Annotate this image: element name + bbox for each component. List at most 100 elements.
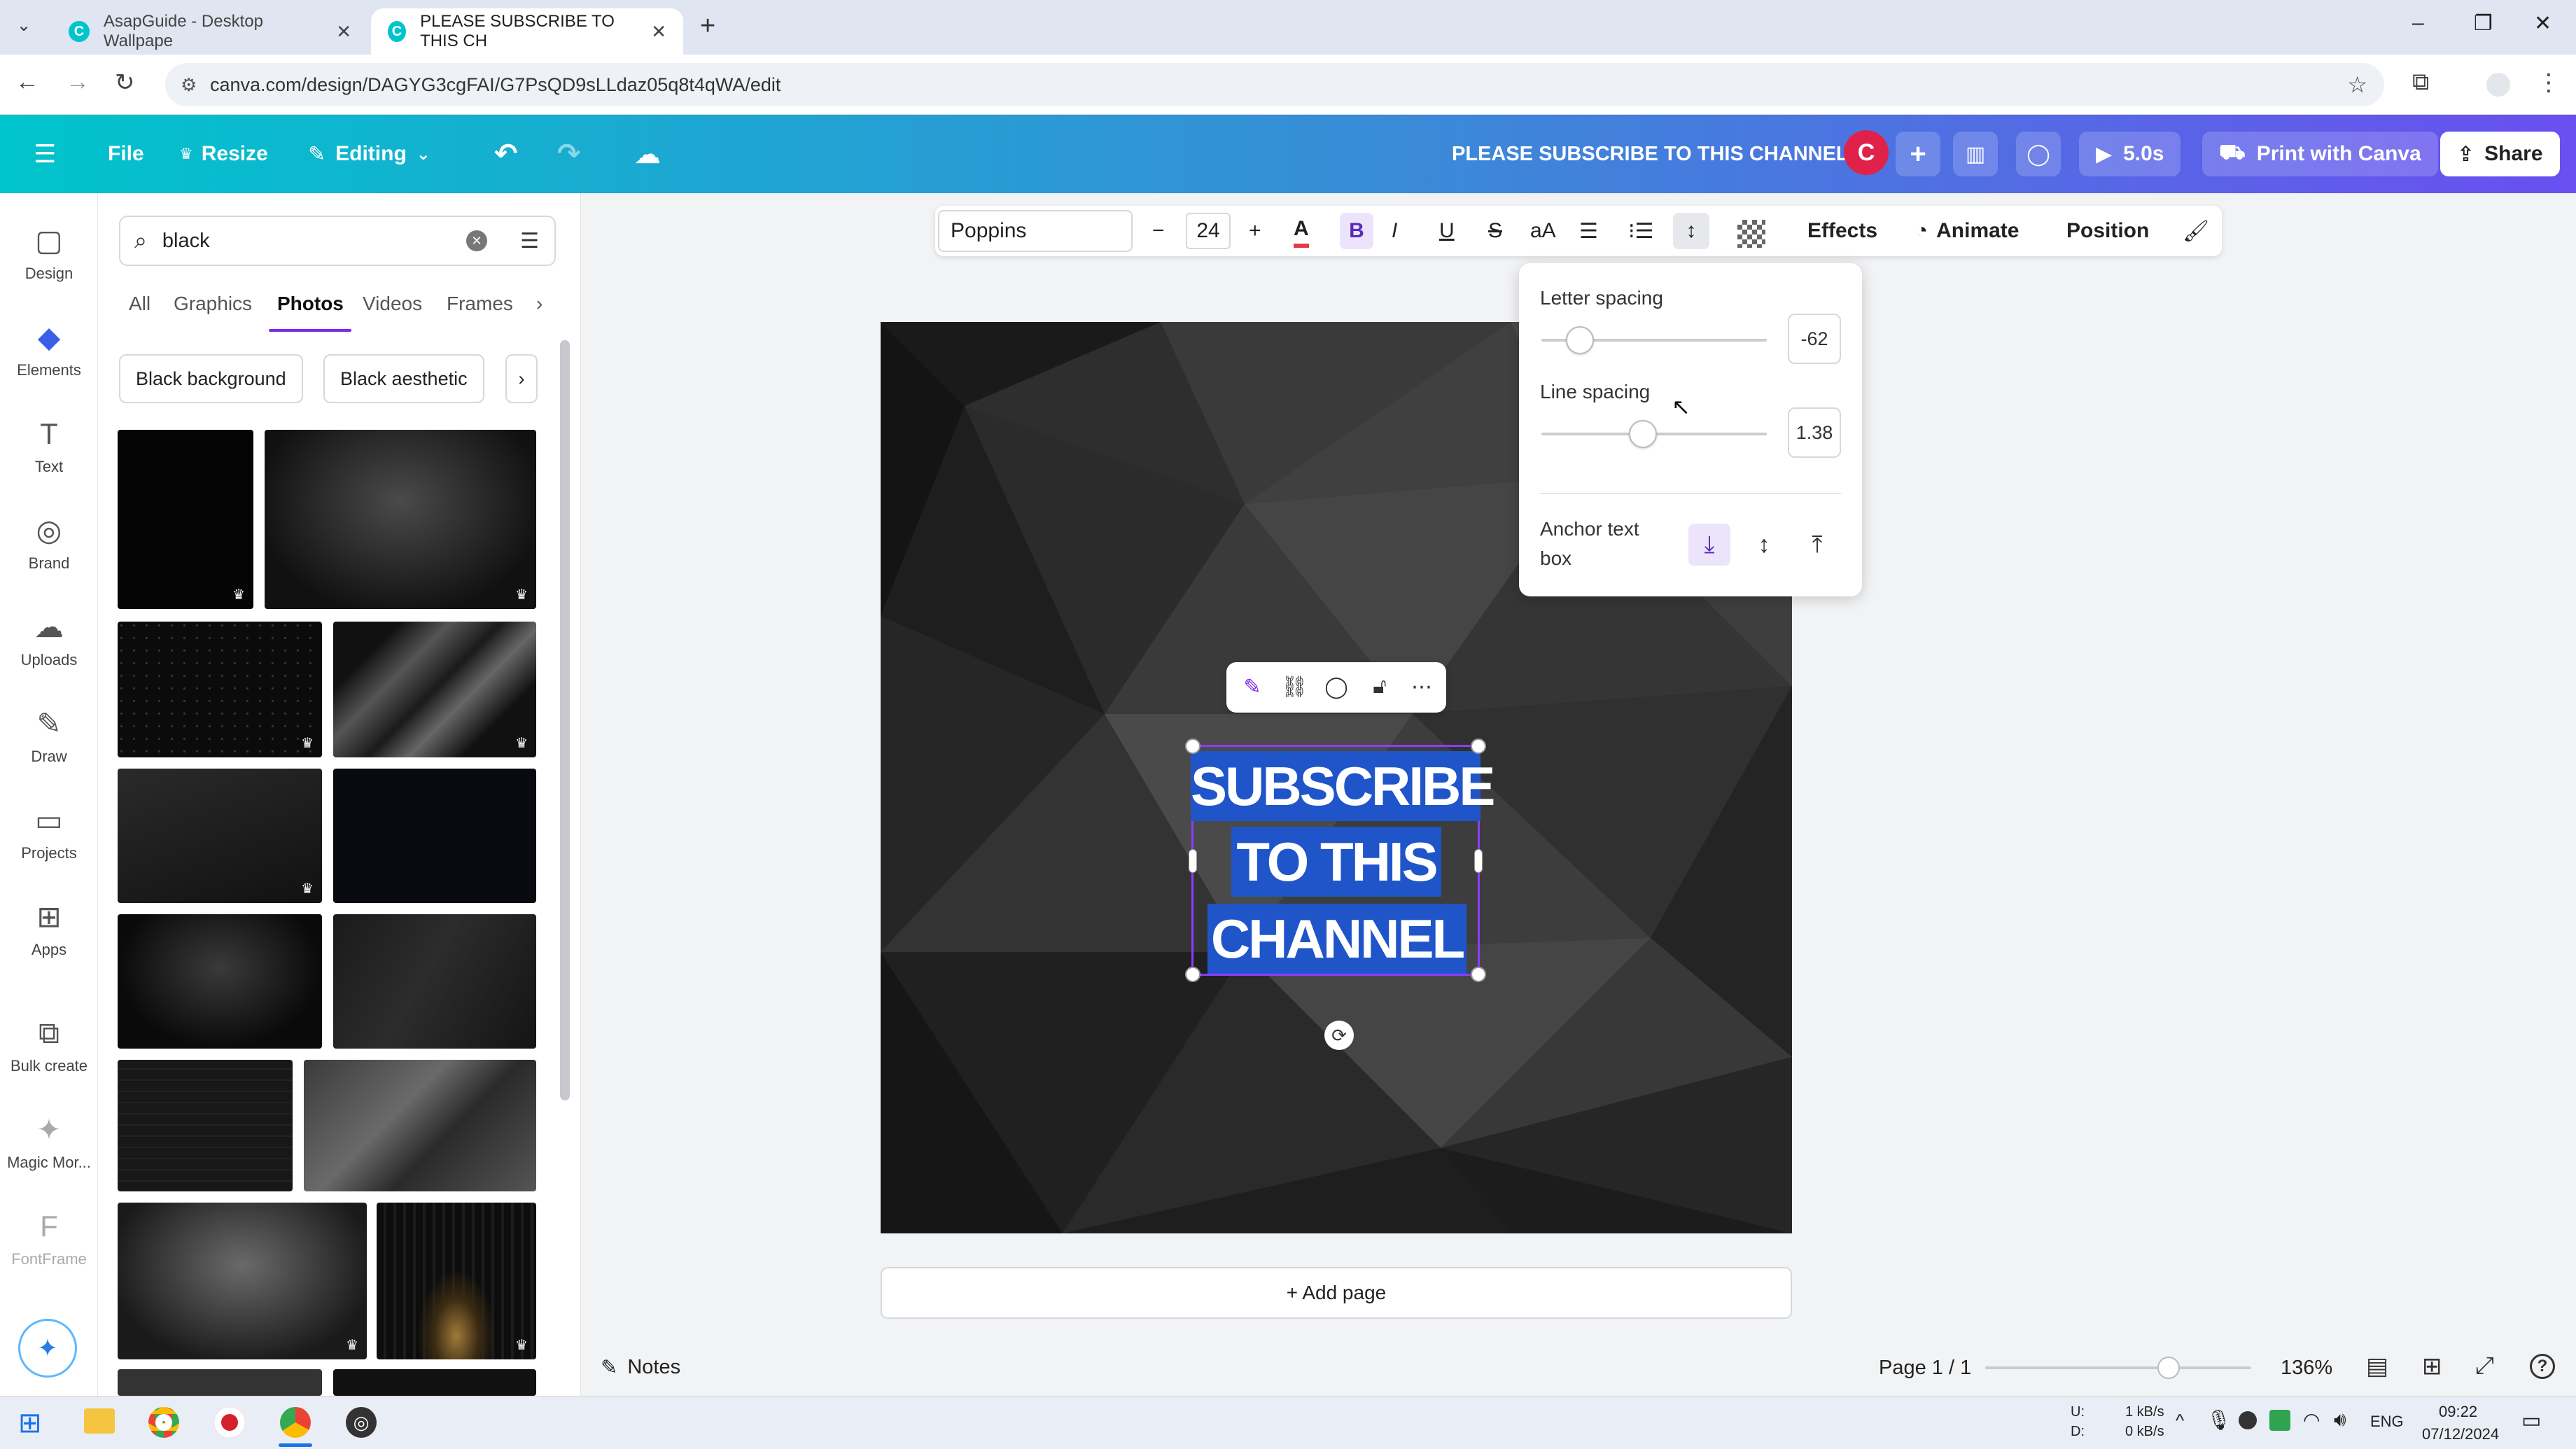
list-icon[interactable]: ⁝☰ [1628, 206, 1653, 256]
close-window-button[interactable]: ✕ [2534, 11, 2552, 36]
rail-item-uploads[interactable]: ☁ Uploads [0, 610, 98, 669]
extensions-icon[interactable]: ⧉ [2412, 69, 2429, 96]
tab-list-chevron-icon[interactable]: ⌄ [17, 15, 31, 36]
side-handle[interactable] [1189, 849, 1197, 873]
tab-frames[interactable]: Frames [447, 293, 513, 315]
anchor-bottom-icon[interactable]: ⤒ [1796, 524, 1838, 566]
transparency-icon[interactable] [1737, 220, 1765, 248]
increase-font-size-button[interactable]: + [1249, 206, 1261, 256]
zoom-slider-thumb[interactable] [2157, 1357, 2180, 1379]
new-tab-button[interactable]: + [700, 11, 715, 41]
line-spacing-slider-thumb[interactable] [1628, 420, 1657, 448]
photo-thumbnail[interactable] [333, 914, 536, 1049]
line-spacing-input[interactable]: 1.38 [1788, 407, 1841, 458]
close-tab-icon[interactable]: ✕ [651, 21, 666, 43]
resize-handle[interactable] [1471, 967, 1486, 982]
help-icon[interactable]: ? [2530, 1354, 2555, 1379]
reload-icon[interactable]: ↻ [115, 69, 135, 97]
rail-item-apps[interactable]: ⊞ Apps [0, 900, 98, 959]
zoom-slider[interactable] [1985, 1366, 2251, 1369]
bold-button[interactable]: B [1340, 213, 1373, 249]
zoom-level[interactable]: 136% [2281, 1357, 2332, 1380]
page-indicator[interactable]: Page 1 / 1 [1879, 1357, 1971, 1380]
anchor-top-icon[interactable]: ⤓ [1688, 524, 1730, 566]
anchor-middle-icon[interactable]: ↕ [1743, 524, 1785, 566]
main-menu-button[interactable]: ☰ [34, 132, 56, 176]
site-info-icon[interactable]: ⚙ [181, 74, 197, 96]
insights-icon[interactable]: ▥ [1953, 132, 1998, 176]
share-button[interactable]: ⇪ Share [2440, 132, 2560, 176]
minimize-button[interactable]: – [2412, 11, 2424, 35]
magic-write-icon[interactable]: ✎ [1236, 671, 1268, 703]
file-explorer-icon[interactable] [84, 1408, 115, 1434]
obs-icon[interactable]: ◎ [346, 1407, 377, 1438]
fullscreen-icon[interactable]: ⤢ [2475, 1352, 2494, 1380]
position-button[interactable]: Position [2066, 206, 2149, 256]
photo-thumbnail[interactable] [118, 1060, 293, 1191]
photo-thumbnail[interactable]: ♛ [377, 1203, 536, 1359]
add-comment-icon[interactable]: ◯ [1320, 671, 1352, 703]
notes-button[interactable]: ✎ Notes [601, 1355, 680, 1380]
chips-next-button[interactable]: › [505, 354, 538, 403]
url-field[interactable]: ⚙ canva.com/design/DAGYG3cgFAI/G7PsQD9sL… [165, 63, 2384, 106]
lock-icon[interactable]: 🔓︎ [1364, 671, 1396, 703]
profile-avatar[interactable] [2486, 73, 2510, 97]
resize-handle[interactable] [1471, 738, 1486, 754]
grid-view-icon[interactable]: ⊞ [2422, 1352, 2442, 1380]
animate-button[interactable]: ◔ Animate [1915, 206, 2019, 256]
close-tab-icon[interactable]: ✕ [336, 21, 351, 43]
rail-item-design[interactable]: ▢ Design [0, 224, 98, 283]
add-page-button[interactable]: + Add page [881, 1267, 1792, 1319]
letter-case-button[interactable]: aA [1530, 206, 1556, 256]
present-button[interactable]: ▶ 5.0s [2079, 132, 2181, 176]
browser-menu-icon[interactable]: ⋮ [2537, 69, 2561, 97]
language-indicator[interactable]: ENG [2370, 1413, 2404, 1431]
notifications-icon[interactable]: ▭ [2521, 1408, 2541, 1433]
magic-assistant-button[interactable]: ✦ [18, 1319, 77, 1378]
suggestion-chip-black-background[interactable]: Black background [119, 354, 303, 403]
rotate-handle-icon[interactable]: ⟳ [1324, 1021, 1354, 1050]
recorder-icon[interactable] [214, 1407, 245, 1438]
redo-button[interactable]: ↷ [557, 132, 581, 176]
editing-mode-button[interactable]: ✎ Editing ⌄ [308, 132, 430, 176]
font-size-input[interactable]: 24 [1186, 213, 1231, 249]
resize-button[interactable]: ♛ Resize [179, 132, 268, 176]
photo-thumbnail[interactable] [118, 1369, 322, 1396]
add-collaborator-button[interactable]: + [1896, 132, 1940, 176]
letter-spacing-slider-thumb[interactable] [1565, 326, 1594, 354]
text-color-icon[interactable]: A [1294, 214, 1309, 248]
tab-graphics[interactable]: Graphics [174, 293, 252, 315]
forward-icon[interactable]: → [66, 69, 90, 96]
tab-videos[interactable]: Videos [363, 293, 422, 315]
bookmark-star-icon[interactable]: ☆ [2347, 71, 2367, 98]
photo-thumbnail[interactable]: ♛ [265, 430, 536, 609]
browser-tab-asapguide[interactable]: C AsapGuide - Desktop Wallpape ✕ [52, 8, 368, 55]
search-input[interactable]: ⌕ black ✕ ☰ [119, 216, 556, 266]
rail-item-text[interactable]: T Text [0, 417, 98, 476]
italic-button[interactable]: I [1392, 206, 1397, 256]
windows-start-icon[interactable]: ⊞ [18, 1407, 42, 1439]
photo-thumbnail[interactable] [333, 769, 536, 903]
resize-handle[interactable] [1185, 738, 1200, 754]
rail-item-bulk-create[interactable]: ⧉ Bulk create [0, 1016, 98, 1075]
decrease-font-size-button[interactable]: − [1152, 206, 1165, 256]
rail-item-brand[interactable]: ◎ Brand [0, 514, 98, 573]
user-avatar[interactable]: C [1844, 130, 1889, 175]
print-with-canva-button[interactable]: ⛟ Print with Canva [2202, 132, 2438, 176]
rail-item-fontframe[interactable]: F FontFrame [0, 1210, 98, 1268]
microphone-icon[interactable]: 🎙︎ [2206, 1408, 2232, 1432]
file-menu-button[interactable]: File [108, 132, 144, 176]
resize-handle[interactable] [1185, 967, 1200, 982]
back-icon[interactable]: ← [15, 69, 39, 96]
more-options-icon[interactable]: ⋯ [1406, 671, 1438, 703]
chrome-active-icon[interactable] [280, 1407, 311, 1438]
cloud-save-icon[interactable]: ☁ [634, 132, 661, 176]
photo-thumbnail[interactable]: ♛ [118, 622, 322, 757]
side-handle[interactable] [1474, 849, 1483, 873]
photo-thumbnail[interactable]: ♛ [118, 769, 322, 903]
strikethrough-button[interactable]: S [1488, 206, 1502, 256]
photo-thumbnail[interactable]: ♛ [118, 430, 253, 609]
undo-button[interactable]: ↶ [494, 132, 518, 176]
selected-text-box[interactable]: SUBSCRIBE TO THIS CHANNEL [1185, 738, 1495, 982]
clock-time[interactable]: 09:22 [2439, 1403, 2477, 1421]
